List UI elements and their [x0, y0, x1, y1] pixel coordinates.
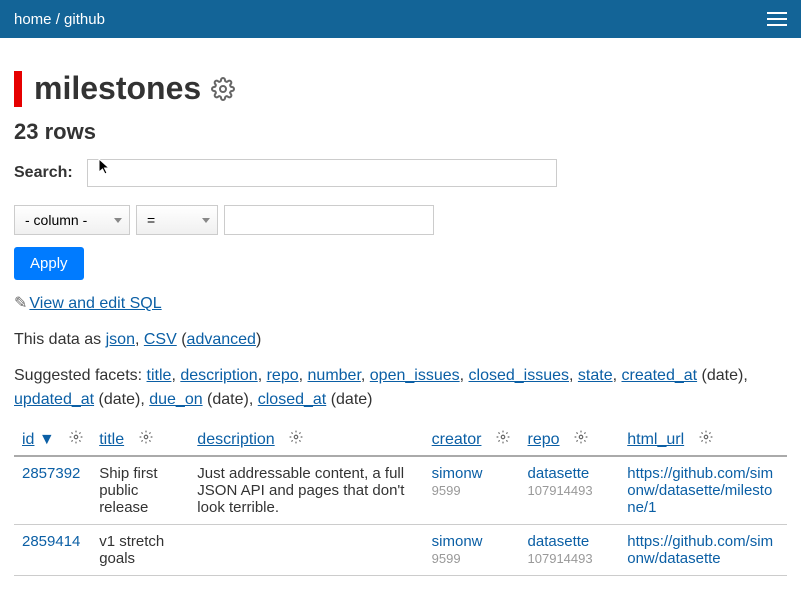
facet-open_issues[interactable]: open_issues — [370, 367, 460, 384]
gear-icon[interactable] — [139, 430, 153, 444]
header-row: id ▼ title description creator repo html… — [14, 424, 787, 456]
menu-icon[interactable] — [767, 8, 787, 30]
sql-link-row: ✎View and edit SQL — [14, 292, 787, 316]
facet-repo[interactable]: repo — [267, 367, 299, 384]
page-title: milestones — [14, 70, 787, 107]
facet-number[interactable]: number — [308, 367, 361, 384]
export-advanced-link[interactable]: advanced — [187, 331, 256, 348]
repo-link[interactable]: datasette — [528, 465, 590, 482]
breadcrumb-db[interactable]: github — [64, 11, 105, 28]
filter-op-select[interactable]: = — [136, 205, 218, 235]
col-description[interactable]: description — [189, 424, 423, 456]
facet-due_on[interactable]: due_on — [149, 391, 202, 408]
search-row: Search: — [14, 159, 787, 187]
facet-closed_issues[interactable]: closed_issues — [469, 367, 570, 384]
data-table: id ▼ title description creator repo html… — [14, 424, 787, 576]
cell-description: Just addressable content, a full JSON AP… — [189, 456, 423, 525]
col-creator[interactable]: creator — [424, 424, 520, 456]
facet-description[interactable]: description — [180, 367, 257, 384]
html_url-link[interactable]: https://github.com/simonw/datasette/mile… — [627, 465, 773, 516]
filter-row: - column - = — [14, 205, 787, 235]
filter-value-input[interactable] — [224, 205, 434, 235]
facet-updated_at[interactable]: updated_at — [14, 391, 94, 408]
cell-html_url: https://github.com/simonw/datasette/mile… — [619, 456, 787, 525]
facets-row: Suggested facets: title, description, re… — [14, 364, 787, 412]
html_url-link[interactable]: https://github.com/simonw/datasette — [627, 533, 773, 567]
cell-repo: datasette 107914493 — [520, 456, 620, 525]
col-title[interactable]: title — [91, 424, 189, 456]
col-id[interactable]: id ▼ — [14, 424, 91, 456]
facet-created_at[interactable]: created_at — [621, 367, 697, 384]
facet-title[interactable]: title — [147, 367, 172, 384]
breadcrumb-home[interactable]: home — [14, 11, 52, 28]
id-link[interactable]: 2857392 — [22, 465, 80, 482]
repo-id: 107914493 — [528, 551, 593, 566]
link-icon: ✎ — [14, 295, 27, 312]
gear-icon[interactable] — [496, 430, 510, 444]
cell-repo: datasette 107914493 — [520, 525, 620, 576]
col-html_url[interactable]: html_url — [619, 424, 787, 456]
row-count: 23 rows — [14, 119, 787, 145]
cell-creator: simonw 9599 — [424, 525, 520, 576]
accent-bar — [14, 71, 22, 107]
cell-id: 2859414 — [14, 525, 91, 576]
facet-date-suffix2: (date) — [94, 391, 140, 408]
repo-id: 107914493 — [528, 483, 593, 498]
sort-indicator: ▼ — [34, 431, 54, 448]
col-repo[interactable]: repo — [520, 424, 620, 456]
search-input[interactable] — [87, 159, 557, 187]
apply-button[interactable]: Apply — [14, 247, 84, 280]
table-row: 2857392 Ship first public releaseJust add… — [14, 456, 787, 525]
gear-icon[interactable] — [211, 77, 235, 101]
table-row: 2859414v1 stretch goalssimonw 9599datase… — [14, 525, 787, 576]
title-text: milestones — [34, 70, 201, 107]
facet-date-suffix: (date) — [697, 367, 743, 384]
facet-date-suffix3: (date) — [203, 391, 249, 408]
creator-id: 9599 — [432, 551, 461, 566]
repo-link[interactable]: datasette — [528, 533, 590, 550]
creator-id: 9599 — [432, 483, 461, 498]
id-link[interactable]: 2859414 — [22, 533, 80, 550]
cell-html_url: https://github.com/simonw/datasette — [619, 525, 787, 576]
facet-date-suffix4: (date) — [326, 391, 372, 408]
facet-state[interactable]: state — [578, 367, 613, 384]
facet-closed_at[interactable]: closed_at — [258, 391, 327, 408]
gear-icon[interactable] — [699, 430, 713, 444]
export-row: This data as json, CSV (advanced) — [14, 328, 787, 352]
search-label: Search: — [14, 164, 73, 182]
cell-title: v1 stretch goals — [91, 525, 189, 576]
top-header: home / github — [0, 0, 801, 38]
export-prefix: This data as — [14, 331, 106, 348]
cell-title: Ship first public release — [91, 456, 189, 525]
gear-icon[interactable] — [69, 430, 83, 444]
cell-creator: simonw 9599 — [424, 456, 520, 525]
creator-link[interactable]: simonw — [432, 533, 483, 550]
facets-prefix: Suggested facets: — [14, 367, 147, 384]
creator-link[interactable]: simonw — [432, 465, 483, 482]
export-csv-link[interactable]: CSV — [144, 331, 177, 348]
view-sql-link[interactable]: View and edit SQL — [29, 295, 161, 312]
gear-icon[interactable] — [289, 430, 303, 444]
gear-icon[interactable] — [574, 430, 588, 444]
cell-id: 2857392 — [14, 456, 91, 525]
filter-column-select[interactable]: - column - — [14, 205, 130, 235]
breadcrumb-sep: / — [52, 11, 65, 28]
export-json-link[interactable]: json — [106, 331, 135, 348]
cell-description — [189, 525, 423, 576]
breadcrumb: home / github — [14, 11, 105, 28]
